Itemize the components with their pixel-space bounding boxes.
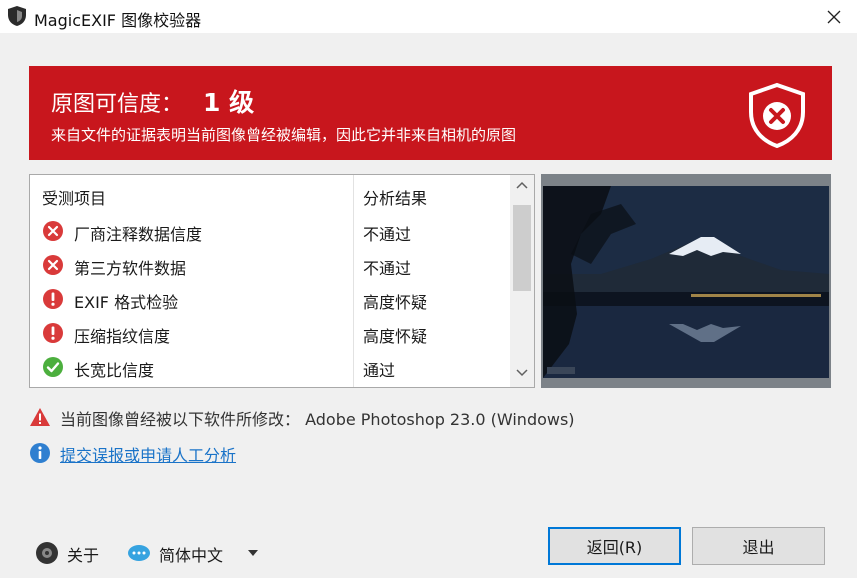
row-result: 高度怀疑 xyxy=(363,327,428,346)
column-header-item: 受测项目 xyxy=(42,189,107,208)
language-selector[interactable]: 简体中文 xyxy=(127,540,267,566)
scroll-up-icon[interactable] xyxy=(516,181,528,189)
table-row[interactable]: EXIF 格式检验 高度怀疑 xyxy=(30,283,505,317)
banner-subtitle: 来自文件的证据表明当前图像曾经被编辑，因此它并非来自相机的原图 xyxy=(51,126,517,144)
table-row[interactable]: 长宽比信度 通过 xyxy=(30,351,505,385)
trust-level: 1 级 xyxy=(203,88,255,117)
close-button[interactable] xyxy=(811,0,857,33)
disc-icon xyxy=(36,542,58,564)
row-result: 不通过 xyxy=(363,259,412,278)
exit-button[interactable]: 退出 xyxy=(692,527,825,565)
row-result: 高度怀疑 xyxy=(363,293,428,312)
table-row[interactable]: 压缩指纹信度 高度怀疑 xyxy=(30,317,505,351)
error-icon xyxy=(43,221,63,241)
warning-exclaim-icon xyxy=(43,289,63,309)
row-result: 通过 xyxy=(363,361,396,380)
app-shield-icon xyxy=(8,6,26,26)
shield-x-icon xyxy=(749,82,805,148)
back-button[interactable]: 返回(R) xyxy=(548,527,681,565)
image-preview xyxy=(541,174,831,388)
row-label: EXIF 格式检验 xyxy=(74,293,179,312)
results-table[interactable]: 受测项目 分析结果 厂商注释数据信度 不通过 第三方软件数据 不通过 EXIF … xyxy=(29,174,535,388)
row-label: 压缩指纹信度 xyxy=(74,327,171,346)
error-icon xyxy=(43,255,63,275)
check-icon xyxy=(43,357,63,377)
language-label: 简体中文 xyxy=(159,546,224,565)
table-row[interactable]: 第三方软件数据 不通过 xyxy=(30,249,505,283)
table-scrollbar[interactable] xyxy=(510,175,534,387)
row-label: 第三方软件数据 xyxy=(74,259,187,278)
banner-heading: 原图可信度： xyxy=(51,92,184,117)
row-label: 长宽比信度 xyxy=(74,361,155,380)
row-label: 厂商注释数据信度 xyxy=(74,225,203,244)
info-icon xyxy=(30,443,50,463)
table-row[interactable]: 厂商注释数据信度 不通过 xyxy=(30,215,505,249)
report-link[interactable]: 提交误报或申请人工分析 xyxy=(60,442,236,466)
window-title: MagicEXIF 图像校验器 xyxy=(34,11,202,30)
row-result: 不通过 xyxy=(363,225,412,244)
about-label: 关于 xyxy=(67,546,100,565)
modified-warning-text: 当前图像曾经被以下软件所修改： Adobe Photoshop 23.0 (Wi… xyxy=(60,410,575,429)
chevron-down-icon xyxy=(248,550,258,556)
warning-exclaim-icon xyxy=(43,323,63,343)
scroll-thumb[interactable] xyxy=(513,205,531,291)
scroll-down-icon[interactable] xyxy=(516,369,528,377)
column-header-result: 分析结果 xyxy=(363,189,428,208)
title-bar: MagicEXIF 图像校验器 xyxy=(0,0,857,33)
chat-bubble-icon xyxy=(128,545,150,561)
trust-banner: 原图可信度： 1 级 来自文件的证据表明当前图像曾经被编辑，因此它并非来自相机的… xyxy=(29,66,832,160)
preview-photo xyxy=(541,174,831,388)
close-icon xyxy=(827,10,841,23)
warning-triangle-icon xyxy=(30,408,50,426)
